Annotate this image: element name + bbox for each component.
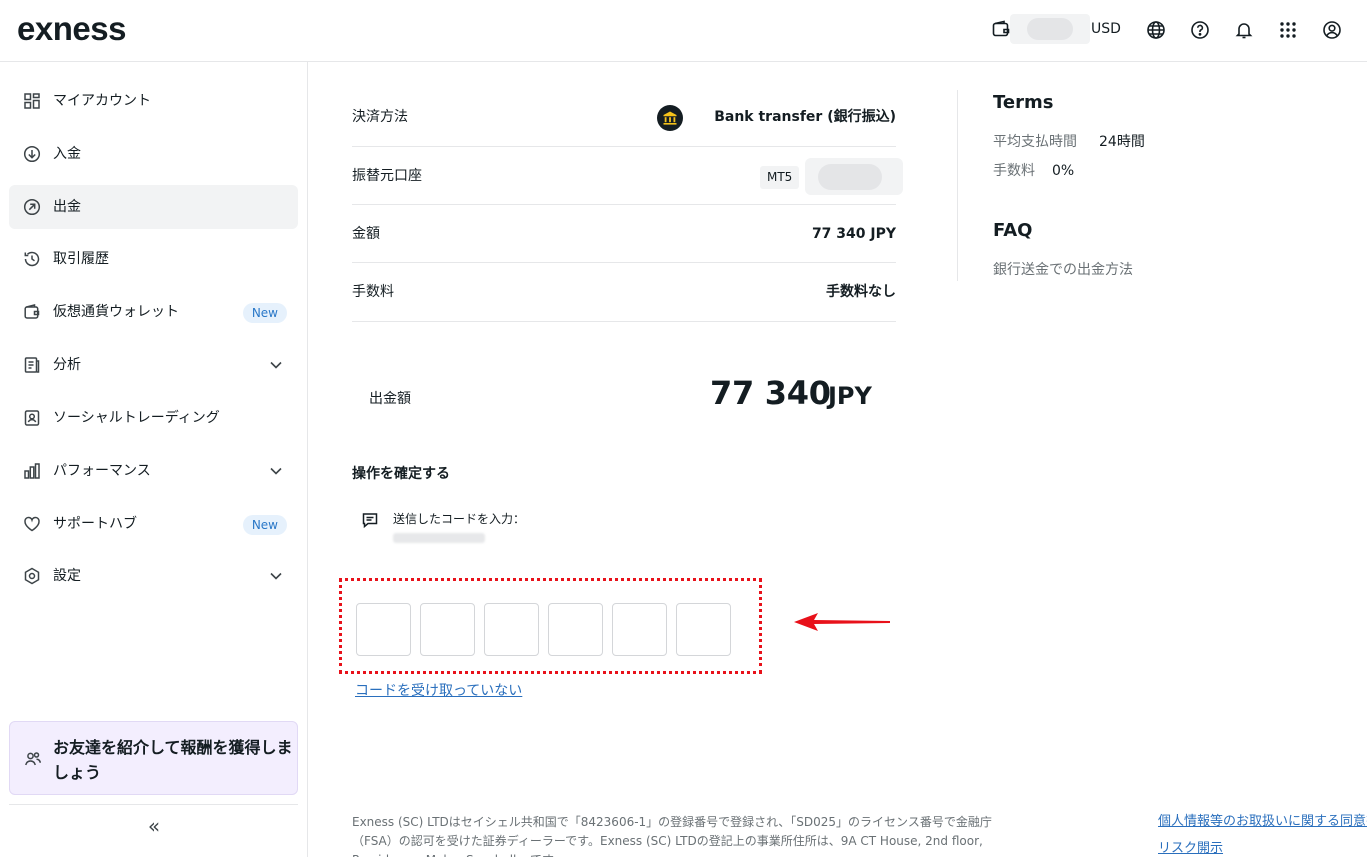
- code-digit-input[interactable]: [420, 603, 475, 656]
- sidebar-item-label: サポートハブ: [53, 516, 137, 532]
- sidebar-item-settings[interactable]: 設定: [9, 554, 298, 598]
- sidebar-item-label: パフォーマンス: [53, 463, 151, 479]
- phone-number-redacted: [393, 533, 485, 543]
- processing-time-label: 平均支払時間: [993, 134, 1077, 150]
- bank-icon: [657, 105, 683, 131]
- balance-currency: USD: [1091, 21, 1121, 37]
- sidebar-item-performance[interactable]: パフォーマンス: [9, 449, 298, 493]
- sidebar-item-label: 入金: [53, 146, 81, 162]
- chevron-down-icon[interactable]: [266, 461, 286, 481]
- apps-icon[interactable]: [1276, 18, 1300, 42]
- withdraw-icon: [21, 196, 43, 218]
- code-digit-input[interactable]: [548, 603, 603, 656]
- amount-value: 77 340 JPY: [811, 226, 896, 242]
- sidebar-item-deposit[interactable]: 入金: [9, 132, 298, 176]
- code-not-received-link[interactable]: コードを受け取っていない: [355, 681, 522, 701]
- terms-title: Terms: [993, 92, 1054, 113]
- code-digit-input[interactable]: [356, 603, 411, 656]
- sidebar-item-support-hub[interactable]: サポートハブ New: [9, 502, 298, 546]
- chevron-down-icon[interactable]: [266, 566, 286, 586]
- sms-code-instruction: 送信したコードを入力：: [393, 512, 526, 526]
- sidebar-item-label: ソーシャルトレーディング: [53, 410, 220, 426]
- payment-method-row: 決済方法 Bank transfer (銀行振込): [352, 88, 896, 147]
- red-arrow-annotation: [794, 613, 890, 631]
- analysis-icon: [21, 354, 43, 376]
- amount-row: 金額 77 340 JPY: [352, 205, 896, 263]
- terms-fee-label: 手数料: [993, 163, 1035, 179]
- social-trading-icon: [21, 407, 43, 429]
- history-icon: [21, 248, 43, 270]
- processing-time-value: 24時間: [1099, 134, 1145, 150]
- deposit-icon: [21, 143, 43, 165]
- risk-disclosure-link[interactable]: リスク開示: [1158, 840, 1223, 857]
- sidebar-item-label: 仮想通貨ウォレット: [53, 304, 179, 320]
- message-icon: [360, 510, 380, 530]
- sidebar-item-label: 設定: [53, 568, 81, 584]
- sidebar: マイアカウント 入金 出金 取引履歴 仮想通貨ウォレット New 分析 ソーシャ…: [0, 62, 308, 857]
- platform-chip: MT5: [760, 166, 800, 189]
- sidebar-item-history[interactable]: 取引履歴: [9, 237, 298, 281]
- faq-bank-withdrawal-link[interactable]: 銀行送金での出金方法: [993, 260, 1133, 280]
- sidebar-divider: [9, 804, 298, 805]
- collapse-sidebar-button[interactable]: «: [141, 814, 167, 838]
- withdrawal-amount-currency: JPY: [828, 382, 872, 410]
- wallet-icon: [21, 301, 43, 323]
- fee-row: 手数料 手数料なし: [352, 263, 896, 322]
- chevron-down-icon[interactable]: [266, 355, 286, 375]
- code-digit-input[interactable]: [612, 603, 667, 656]
- referral-promo-text: お友達を紹介して報酬を獲得しましょう: [53, 738, 293, 782]
- bell-icon[interactable]: [1232, 18, 1256, 42]
- user-icon[interactable]: [1320, 18, 1344, 42]
- heart-icon: [21, 513, 43, 535]
- account-number-redacted: [805, 158, 903, 195]
- globe-icon[interactable]: [1144, 18, 1168, 42]
- source-account-label: 振替元口座: [352, 168, 422, 184]
- withdrawal-amount-value: 77 340: [710, 374, 831, 412]
- sidebar-item-analysis[interactable]: 分析: [9, 343, 298, 387]
- verification-code-highlight: [339, 578, 762, 674]
- withdrawal-amount-label: 出金額: [369, 391, 411, 407]
- settings-icon: [21, 565, 43, 587]
- sidebar-item-label: 分析: [53, 357, 81, 373]
- faq-title: FAQ: [993, 220, 1033, 241]
- balance-redacted: [1010, 14, 1090, 44]
- sidebar-item-my-account[interactable]: マイアカウント: [9, 79, 298, 123]
- sidebar-item-label: マイアカウント: [53, 93, 151, 109]
- terms-fee-value: 0%: [1052, 163, 1075, 179]
- bar-chart-icon: [21, 460, 43, 482]
- users-icon: [22, 748, 44, 770]
- exness-logo[interactable]: exness: [17, 9, 126, 49]
- wallet-icon[interactable]: [990, 18, 1012, 40]
- sidebar-item-label: 取引履歴: [53, 251, 109, 267]
- fee-value: 手数料なし: [826, 284, 896, 300]
- payment-method-value: Bank transfer (銀行振込): [714, 109, 896, 125]
- code-digit-input[interactable]: [484, 603, 539, 656]
- payment-method-label: 決済方法: [352, 109, 408, 125]
- sidebar-item-withdraw[interactable]: 出金: [9, 185, 298, 229]
- new-badge: New: [242, 515, 287, 535]
- new-badge: New: [242, 303, 287, 323]
- help-icon[interactable]: [1188, 18, 1212, 42]
- right-panel-divider: [957, 90, 958, 281]
- referral-promo-card[interactable]: お友達を紹介して報酬を獲得しましょう: [9, 721, 298, 795]
- sidebar-item-crypto-wallet[interactable]: 仮想通貨ウォレット New: [9, 290, 298, 334]
- privacy-consent-link[interactable]: 個人情報等のお取扱いに関する同意書: [1158, 813, 1367, 831]
- grid-icon: [21, 90, 43, 112]
- fee-label: 手数料: [352, 284, 394, 300]
- sidebar-item-social-trading[interactable]: ソーシャルトレーディング: [9, 396, 298, 440]
- sidebar-item-label: 出金: [53, 199, 81, 215]
- amount-label: 金額: [352, 226, 380, 242]
- top-header: exness USD: [0, 0, 1367, 62]
- code-digit-input[interactable]: [676, 603, 731, 656]
- confirm-operation-title: 操作を確定する: [352, 466, 450, 482]
- legal-disclaimer: Exness (SC) LTDはセイシェル共和国で「8423606-1」の登録番…: [352, 815, 992, 857]
